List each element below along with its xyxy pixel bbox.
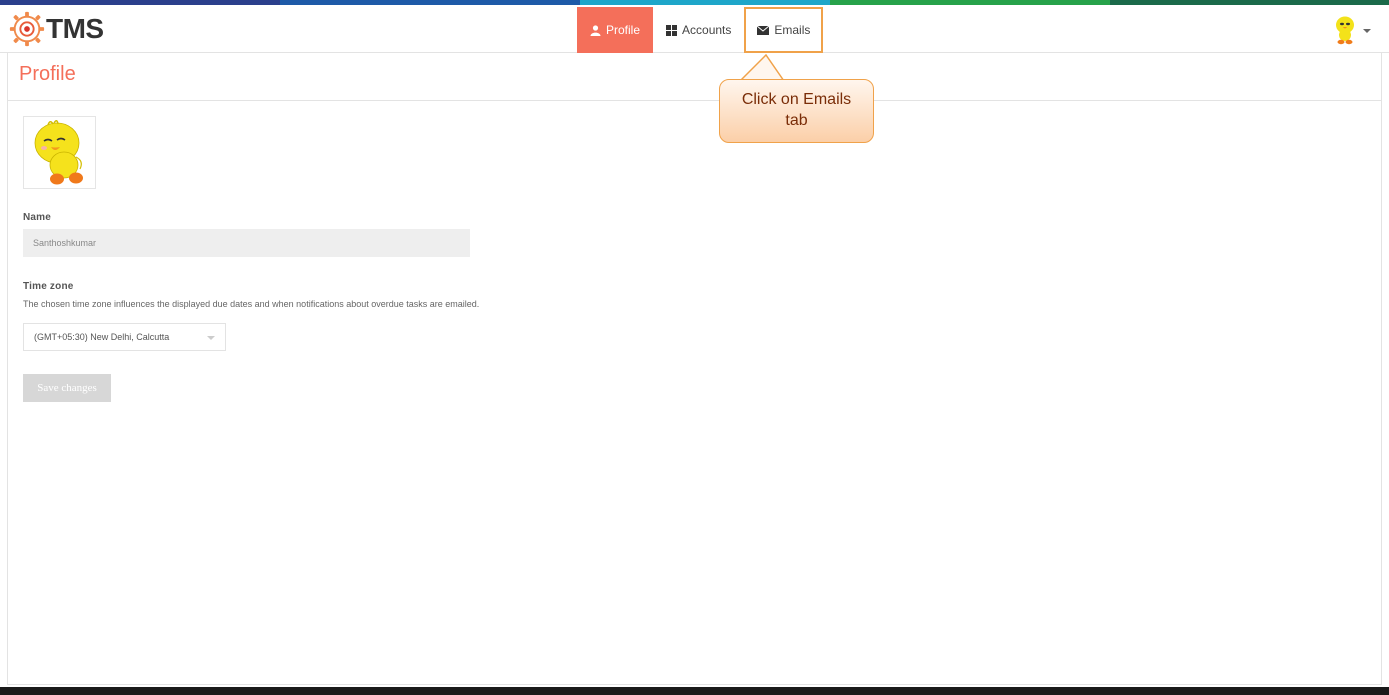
grid-icon: [666, 24, 678, 36]
chevron-down-icon: [207, 336, 215, 340]
page-header: Profile: [8, 53, 1381, 101]
callout-line-2: tab: [785, 112, 808, 129]
user-menu[interactable]: [1333, 15, 1371, 45]
timezone-label: Time zone: [23, 281, 74, 292]
tab-profile[interactable]: Profile: [577, 7, 654, 53]
callout-pointer: [739, 54, 785, 82]
tweety-avatar-icon: [34, 120, 83, 185]
tab-accounts[interactable]: Accounts: [653, 7, 744, 53]
brand[interactable]: TMS: [8, 11, 104, 47]
page-title: Profile: [19, 63, 76, 85]
name-field[interactable]: Santhoshkumar: [23, 229, 470, 257]
tms-gear-logo-icon: [9, 11, 45, 47]
main-content: Profile Name Santhoshkumar Time zone The…: [7, 53, 1382, 685]
callout-line-1: Click on Emails: [741, 91, 852, 108]
tweety-avatar-icon: [1336, 16, 1354, 45]
profile-avatar[interactable]: [23, 116, 96, 189]
name-label: Name: [23, 212, 52, 223]
chevron-down-icon: [1363, 29, 1371, 33]
tab-accounts-label: Accounts: [682, 23, 732, 37]
save-changes-button[interactable]: Save changes: [23, 374, 111, 402]
timezone-select[interactable]: (GMT+05:30) New Delhi, Calcutta: [23, 323, 226, 351]
tab-emails[interactable]: Emails: [744, 7, 824, 53]
timezone-select-value: (GMT+05:30) New Delhi, Calcutta: [34, 332, 170, 342]
timezone-help-text: The chosen time zone influences the disp…: [23, 299, 480, 309]
brand-name: TMS: [46, 13, 104, 44]
bottom-bar: [0, 687, 1389, 695]
tooltip-callout: Click on Emails tab: [719, 79, 874, 143]
tab-emails-label: Emails: [774, 23, 811, 37]
user-icon: [590, 24, 601, 36]
envelope-icon: [757, 25, 770, 35]
main-nav: Profile Accounts Emails: [577, 7, 824, 53]
tab-profile-label: Profile: [606, 23, 641, 37]
top-navbar: TMS Profile Accounts Emails: [0, 5, 1389, 53]
